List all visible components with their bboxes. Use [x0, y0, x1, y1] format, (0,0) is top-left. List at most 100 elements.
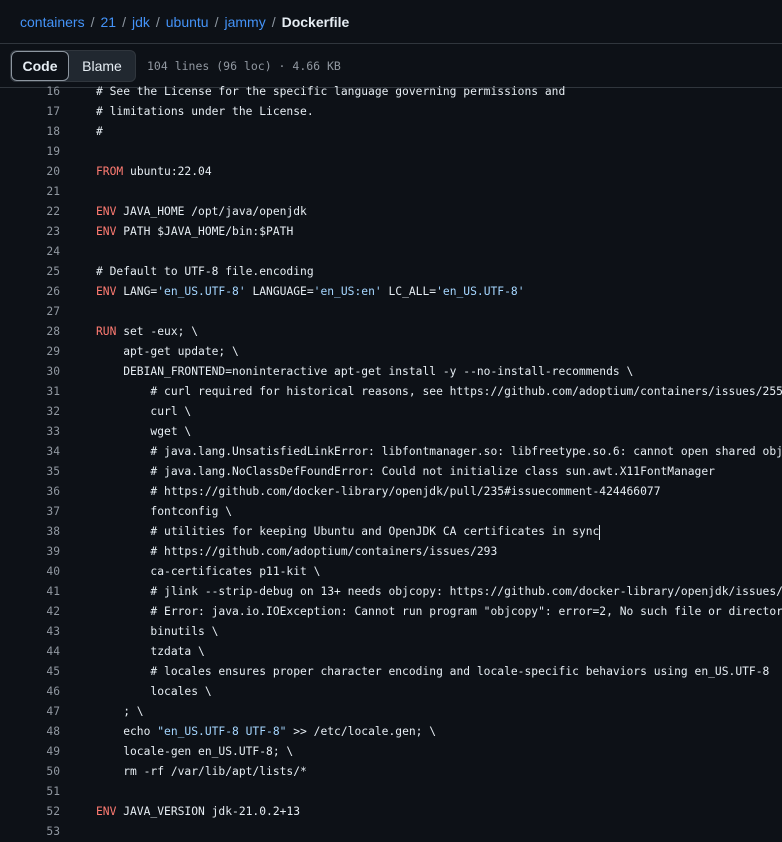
line-number[interactable]: 32 [0, 402, 60, 422]
line-number[interactable]: 17 [0, 102, 60, 122]
breadcrumb-link-ubuntu[interactable]: ubuntu [166, 14, 209, 30]
line-number[interactable]: 47 [0, 702, 60, 722]
line-content: # limitations under the License. [96, 102, 314, 122]
line-number[interactable]: 37 [0, 502, 60, 522]
text-cursor [599, 524, 601, 540]
code-line: 44 tzdata \ [0, 642, 782, 662]
line-number[interactable]: 45 [0, 662, 60, 682]
code-text: curl \ [96, 405, 192, 418]
line-number[interactable]: 43 [0, 622, 60, 642]
code-line: 39 # https://github.com/adoptium/contain… [0, 542, 782, 562]
code-line: 48 echo "en_US.UTF-8 UTF-8" >> /etc/loca… [0, 722, 782, 742]
line-number[interactable]: 16 [0, 82, 60, 102]
line-number[interactable]: 30 [0, 362, 60, 382]
line-content: # [96, 122, 103, 142]
code-text: # [96, 125, 103, 138]
code-keyword: RUN [96, 325, 117, 338]
code-text: JAVA_HOME /opt/java/openjdk [116, 205, 307, 218]
line-number[interactable]: 29 [0, 342, 60, 362]
line-number[interactable]: 48 [0, 722, 60, 742]
blame-view-button[interactable]: Blame [69, 51, 135, 81]
code-text: LANG= [116, 285, 158, 298]
line-number[interactable]: 51 [0, 782, 60, 802]
code-view[interactable]: 16 # See the License for the specific lan… [0, 82, 782, 842]
line-content: # Error: java.io.IOException: Cannot run… [96, 602, 782, 622]
code-line: 52 ENV JAVA_VERSION jdk-21.0.2+13 [0, 802, 782, 822]
line-content: locale-gen en_US.UTF-8; \ [96, 742, 293, 762]
code-text: # limitations under the License. [96, 105, 314, 118]
line-content: binutils \ [96, 622, 218, 642]
line-content: tzdata \ [96, 642, 204, 662]
line-number[interactable]: 27 [0, 302, 60, 322]
line-number[interactable]: 44 [0, 642, 60, 662]
line-number[interactable]: 19 [0, 142, 60, 162]
line-number[interactable]: 18 [0, 122, 60, 142]
line-number[interactable]: 20 [0, 162, 60, 182]
code-text: # Default to UTF-8 file.encoding [96, 265, 314, 278]
code-view-button[interactable]: Code [11, 51, 69, 81]
code-line: 40 ca-certificates p11-kit \ [0, 562, 782, 582]
code-line: 45 # locales ensures proper character en… [0, 662, 782, 682]
code-line: 53 [0, 822, 782, 842]
line-number[interactable]: 53 [0, 822, 60, 842]
breadcrumb-link-jdk[interactable]: jdk [132, 14, 150, 30]
breadcrumb-link-containers[interactable]: containers [20, 14, 85, 30]
line-number[interactable]: 26 [0, 282, 60, 302]
line-number[interactable]: 38 [0, 522, 60, 542]
code-text: locales \ [96, 685, 212, 698]
code-line: 21 [0, 182, 782, 202]
line-number[interactable]: 34 [0, 442, 60, 462]
code-line: 28 RUN set -eux; \ [0, 322, 782, 342]
breadcrumb-link-21[interactable]: 21 [100, 14, 116, 30]
code-line: 25 # Default to UTF-8 file.encoding [0, 262, 782, 282]
line-number[interactable]: 42 [0, 602, 60, 622]
code-line: 34 # java.lang.UnsatisfiedLinkError: lib… [0, 442, 782, 462]
code-text: # utilities for keeping Ubuntu and OpenJ… [96, 525, 600, 538]
code-line: 19 [0, 142, 782, 162]
line-number[interactable]: 33 [0, 422, 60, 442]
code-text: JAVA_VERSION jdk-21.0.2+13 [116, 805, 301, 818]
line-number[interactable]: 50 [0, 762, 60, 782]
line-number[interactable]: 40 [0, 562, 60, 582]
breadcrumb: containers / 21 / jdk / ubuntu / jammy / Dockerfil… [20, 11, 349, 33]
code-text: rm -rf /var/lib/apt/lists/* [96, 765, 307, 778]
breadcrumb-separator: / [122, 14, 126, 30]
code-line: 51 [0, 782, 782, 802]
code-line: 49 locale-gen en_US.UTF-8; \ [0, 742, 782, 762]
code-text: # jlink --strip-debug on 13+ needs objco… [96, 585, 782, 598]
line-number[interactable]: 31 [0, 382, 60, 402]
line-number[interactable]: 21 [0, 182, 60, 202]
line-content: ENV LANG='en_US.UTF-8' LANGUAGE='en_US:e… [96, 282, 525, 302]
line-number[interactable]: 52 [0, 802, 60, 822]
code-text: LC_ALL= [381, 285, 437, 298]
code-text: apt-get update; \ [96, 345, 239, 358]
line-number[interactable]: 24 [0, 242, 60, 262]
line-content: # https://github.com/adoptium/containers… [96, 542, 497, 562]
code-keyword: ENV [96, 285, 117, 298]
line-number[interactable]: 49 [0, 742, 60, 762]
code-line: 26 ENV LANG='en_US.UTF-8' LANGUAGE='en_US… [0, 282, 782, 302]
code-line: 31 # curl required for historical reason… [0, 382, 782, 402]
code-text: # java.lang.UnsatisfiedLinkError: libfon… [96, 445, 782, 458]
code-text: # Error: java.io.IOException: Cannot run… [96, 605, 782, 618]
code-text: DEBIAN_FRONTEND=noninteractive apt-get i… [96, 365, 634, 378]
line-number[interactable]: 36 [0, 482, 60, 502]
line-number[interactable]: 46 [0, 682, 60, 702]
code-text: binutils \ [96, 625, 219, 638]
line-number[interactable]: 22 [0, 202, 60, 222]
line-content: # java.lang.NoClassDefFoundError: Could … [96, 462, 715, 482]
line-content: rm -rf /var/lib/apt/lists/* [96, 762, 307, 782]
breadcrumb-link-jammy[interactable]: jammy [224, 14, 265, 30]
line-content: # See the License for the specific langu… [96, 82, 565, 102]
line-number[interactable]: 23 [0, 222, 60, 242]
code-text: PATH $JAVA_HOME/bin:$PATH [116, 225, 294, 238]
code-line: 42 # Error: java.io.IOException: Cannot … [0, 602, 782, 622]
line-number[interactable]: 39 [0, 542, 60, 562]
line-number[interactable]: 25 [0, 262, 60, 282]
line-content: curl \ [96, 402, 191, 422]
code-line: 35 # java.lang.NoClassDefFoundError: Cou… [0, 462, 782, 482]
line-content: # Default to UTF-8 file.encoding [96, 262, 314, 282]
line-number[interactable]: 28 [0, 322, 60, 342]
line-number[interactable]: 35 [0, 462, 60, 482]
line-number[interactable]: 41 [0, 582, 60, 602]
